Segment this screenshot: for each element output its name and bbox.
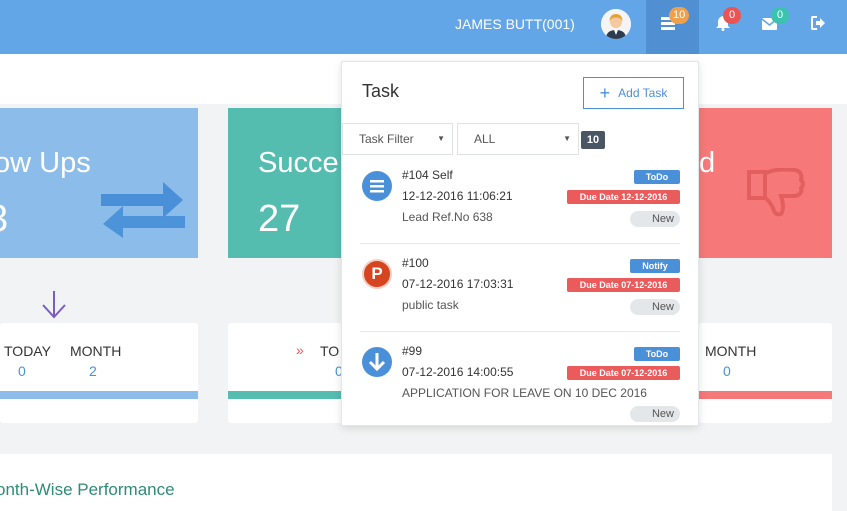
stat-progress-bar [228, 391, 342, 399]
double-chevron-right-icon: » [296, 342, 304, 358]
user-avatar[interactable] [601, 9, 631, 39]
lost-stats: MONTH 0 [699, 323, 832, 423]
down-arrow-icon [41, 291, 67, 324]
task-description: APPLICATION FOR LEAVE ON 10 DEC 2016 [402, 386, 647, 400]
task-datetime: 07-12-2016 14:00:55 [402, 365, 514, 379]
task-description: Lead Ref.No 638 [402, 210, 493, 224]
task-id: #99 [402, 344, 423, 358]
list-icon [362, 171, 392, 201]
sign-out-icon[interactable] [811, 16, 827, 34]
follow-ups-card[interactable]: ow Ups 3 [0, 108, 198, 258]
task-type-tag: Notify [630, 259, 680, 273]
add-task-button[interactable]: + Add Task [583, 77, 684, 109]
task-id: #100 [402, 256, 429, 270]
task-scope-value: ALL [474, 132, 496, 146]
caret-down-icon: ▼ [563, 134, 571, 143]
task-filter-value: Task Filter [359, 132, 414, 146]
task-filter-select[interactable]: Task Filter ▼ [342, 123, 453, 155]
stat-progress-bar [699, 391, 832, 399]
month-label: MONTH [70, 343, 122, 359]
task-status: New [630, 299, 680, 315]
card-title: Succe [258, 147, 339, 179]
task-item[interactable]: P #100 07-12-2016 17:03:31 public task N… [360, 250, 680, 338]
today-label: TO [320, 343, 340, 359]
month-label: MONTH [705, 343, 757, 359]
thumbs-down-icon [747, 167, 805, 223]
task-status: New [630, 406, 680, 422]
task-dropdown: Task + Add Task Task Filter ▼ ALL ▼ 10 #… [341, 61, 699, 426]
task-divider [360, 243, 680, 244]
notification-count-badge: 0 [723, 7, 741, 24]
user-name[interactable]: JAMES BUTT(001) [455, 16, 575, 32]
today-label: TODAY [4, 343, 51, 359]
month-value: 2 [89, 363, 97, 379]
success-card[interactable]: Succe 27 [228, 108, 342, 258]
today-value: 0 [18, 363, 26, 379]
message-count-badge: 0 [771, 7, 789, 24]
exchange-arrows-icon [101, 176, 185, 243]
card-value: 3 [0, 198, 8, 241]
plus-icon: + [599, 83, 611, 103]
card-value: 27 [258, 198, 301, 240]
task-count-badge: 10 [669, 7, 690, 24]
due-date-tag: Due Date 12-12-2016 [567, 190, 680, 204]
success-stats: » TO 0 [228, 323, 342, 423]
caret-down-icon: ▼ [437, 134, 445, 143]
performance-title: onth-Wise Performance [0, 480, 175, 499]
download-arrow-icon [362, 347, 392, 377]
due-date-tag: Due Date 07-12-2016 [567, 278, 680, 292]
task-datetime: 07-12-2016 17:03:31 [402, 277, 514, 291]
pinterest-p-icon: P [362, 259, 392, 289]
due-date-tag: Due Date 07-12-2016 [567, 366, 680, 380]
performance-panel: onth-Wise Performance [0, 454, 832, 511]
task-status: New [630, 211, 680, 227]
task-id: #104 Self [402, 168, 453, 182]
top-navbar: JAMES BUTT(001) 10 0 0 [0, 0, 847, 54]
task-divider [360, 331, 680, 332]
task-menu-tab[interactable]: 10 [646, 0, 699, 54]
card-title: d [699, 147, 716, 179]
card-title: ow Ups [0, 147, 91, 179]
task-scope-select[interactable]: ALL ▼ [457, 123, 579, 155]
task-panel-title: Task [362, 81, 400, 101]
task-type-tag: ToDo [634, 170, 680, 184]
task-type-tag: ToDo [634, 347, 680, 361]
task-datetime: 12-12-2016 11:06:21 [402, 189, 513, 203]
task-item[interactable]: #99 07-12-2016 14:00:55 APPLICATION FOR … [360, 338, 680, 426]
task-item[interactable]: #104 Self 12-12-2016 11:06:21 Lead Ref.N… [360, 162, 680, 250]
task-description: public task [402, 298, 459, 312]
follow-ups-stats: TODAY 0 MONTH 2 [0, 323, 198, 423]
task-count-badge: 10 [581, 131, 605, 149]
month-value: 0 [723, 363, 731, 379]
stat-progress-bar [0, 391, 198, 399]
lost-card[interactable]: d [699, 108, 832, 258]
add-task-label: Add Task [618, 86, 668, 100]
